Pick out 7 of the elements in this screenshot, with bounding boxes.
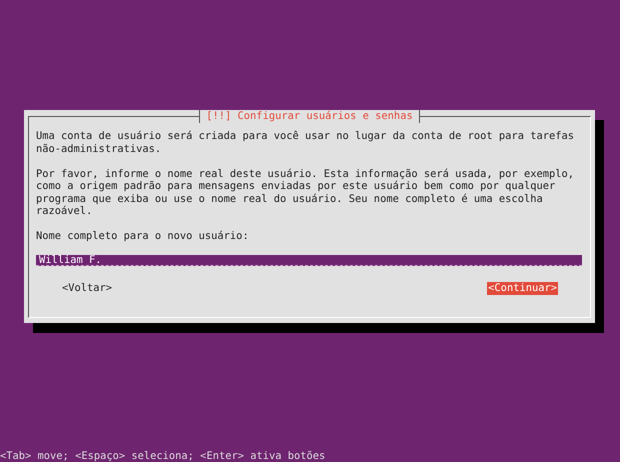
description-text: Por favor, informe o nome real deste usuário. Esta informação será usada, por exemplo, como a origem padrão para mensagens enviadas por este usuário bem como por qualquer programa que exiba ou use o nome real do usuário. Seu nome completo é uma escolha razoável. (36, 168, 575, 218)
dialog-button[interactable]: <Continuar> (487, 282, 558, 294)
status-bar-text: <Tab> move; <Espaço> seleciona; <Enter> ativa botões (0, 450, 326, 462)
description-text: Uma conta de usuário será criada para você usar no lugar da conta de root para tarefas não-administrativas. (36, 130, 575, 155)
field-label: Nome completo para o novo usuário: (36, 230, 250, 242)
dialog-title: [!!] Configurar usuários e senhas (199, 110, 420, 122)
dialog-button[interactable]: <Voltar> (61, 282, 114, 294)
